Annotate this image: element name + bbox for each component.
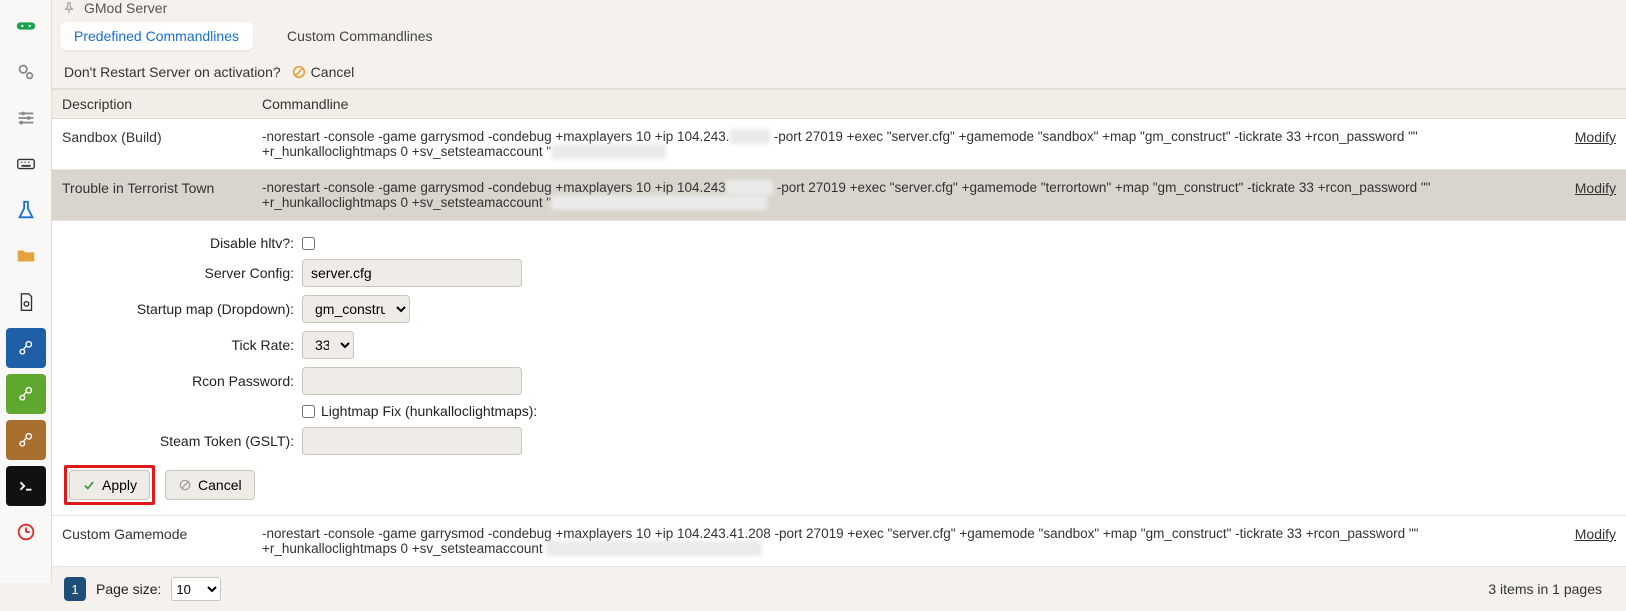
clock-icon xyxy=(15,521,37,543)
col-description: Description xyxy=(52,90,252,118)
tabs: Predefined Commandlines Custom Commandli… xyxy=(60,22,1618,50)
restart-prompt: Don't Restart Server on activation? xyxy=(64,64,281,80)
modify-link[interactable]: Modify xyxy=(1575,526,1616,542)
flask-icon xyxy=(15,199,37,221)
cancel-circle-icon xyxy=(291,64,307,80)
label-lightmap: Lightmap Fix (hunkalloclightmaps): xyxy=(321,403,537,419)
folder-icon xyxy=(15,245,37,267)
controller-icon xyxy=(15,15,37,37)
table-row: Trouble in Terrorist Town -norestart -co… xyxy=(52,170,1626,221)
gslt-input[interactable] xyxy=(302,427,522,455)
sliders-icon xyxy=(15,107,37,129)
tab-custom[interactable]: Custom Commandlines xyxy=(273,22,447,50)
file-icon xyxy=(15,291,37,313)
page-title: GMod Server xyxy=(84,0,167,16)
steam-icon xyxy=(15,337,37,359)
label-server-config: Server Config: xyxy=(64,265,302,281)
check-icon xyxy=(82,478,96,492)
row-cmd: -norestart -console -game garrysmod -con… xyxy=(252,516,1506,566)
modify-link[interactable]: Modify xyxy=(1575,180,1616,196)
row-cmd: -norestart -console -game garrysmod -con… xyxy=(252,119,1506,169)
sidebar-steam-green[interactable] xyxy=(6,374,46,414)
row-desc: Sandbox (Build) xyxy=(52,119,252,169)
tickrate-select[interactable]: 33 xyxy=(302,331,354,359)
steam-mod-icon xyxy=(15,429,37,451)
apply-button[interactable]: Apply xyxy=(69,470,150,500)
lightmap-checkbox[interactable] xyxy=(302,405,315,418)
page-size-select[interactable]: 10 xyxy=(171,577,221,601)
pin-icon[interactable] xyxy=(62,1,76,15)
label-startup-map: Startup map (Dropdown): xyxy=(64,301,302,317)
table-row: Sandbox (Build) -norestart -console -gam… xyxy=(52,119,1626,170)
cancel-restart-button[interactable]: Cancel xyxy=(291,64,355,80)
gears-icon xyxy=(15,61,37,83)
sidebar-keyboard[interactable] xyxy=(6,144,46,184)
table-row: Custom Gamemode -norestart -console -gam… xyxy=(52,516,1626,567)
sidebar-settings[interactable] xyxy=(6,52,46,92)
page-number[interactable]: 1 xyxy=(64,577,86,601)
pager-summary: 3 items in 1 pages xyxy=(1488,581,1614,597)
terminal-icon xyxy=(15,475,37,497)
pager: 1 Page size: 10 3 items in 1 pages xyxy=(52,567,1626,611)
sidebar-file[interactable] xyxy=(6,282,46,322)
sidebar-steam-brown[interactable] xyxy=(6,420,46,460)
col-commandline: Commandline xyxy=(252,90,1506,118)
table-header: Description Commandline xyxy=(52,89,1626,119)
sidebar-sliders[interactable] xyxy=(6,98,46,138)
rcon-input[interactable] xyxy=(302,367,522,395)
row-desc: Custom Gamemode xyxy=(52,516,252,566)
tab-predefined[interactable]: Predefined Commandlines xyxy=(60,22,253,50)
server-config-input[interactable] xyxy=(302,259,522,287)
edit-form: Disable hltv?: Server Config: Startup ma… xyxy=(52,221,1626,516)
sidebar-folder[interactable] xyxy=(6,236,46,276)
label-tickrate: Tick Rate: xyxy=(64,337,302,353)
row-cmd: -norestart -console -game garrysmod -con… xyxy=(252,170,1506,220)
label-hltv: Disable hltv?: xyxy=(64,235,302,251)
label-gslt: Steam Token (GSLT): xyxy=(64,433,302,449)
startup-map-select[interactable]: gm_construct xyxy=(302,295,410,323)
keyboard-icon xyxy=(15,153,37,175)
cancel-icon xyxy=(178,478,192,492)
sidebar-flask[interactable] xyxy=(6,190,46,230)
modify-link[interactable]: Modify xyxy=(1575,129,1616,145)
label-rcon: Rcon Password: xyxy=(64,373,302,389)
page-size-label: Page size: xyxy=(96,581,161,597)
sidebar xyxy=(0,0,52,583)
sidebar-clock[interactable] xyxy=(6,512,46,552)
apply-highlight: Apply xyxy=(64,465,155,505)
sidebar-controller[interactable] xyxy=(6,6,46,46)
row-desc: Trouble in Terrorist Town xyxy=(52,170,252,220)
cancel-button[interactable]: Cancel xyxy=(165,470,255,500)
steam-workshop-icon xyxy=(15,383,37,405)
sidebar-steam-blue[interactable] xyxy=(6,328,46,368)
sidebar-terminal[interactable] xyxy=(6,466,46,506)
hltv-checkbox[interactable] xyxy=(302,237,315,250)
